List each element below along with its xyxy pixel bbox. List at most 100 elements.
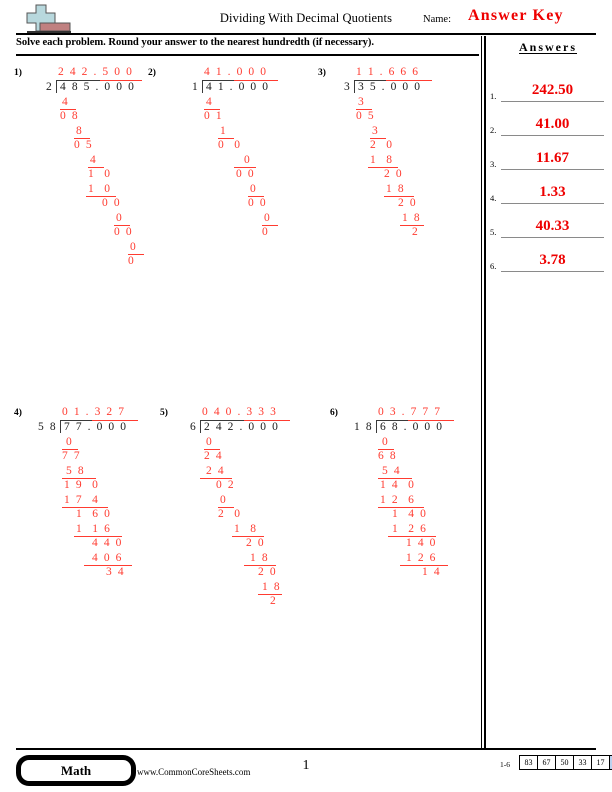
work-step: 0	[128, 255, 136, 267]
work-step: 0	[116, 212, 124, 224]
work-step: 1 8	[234, 523, 258, 535]
work-step: 0 5	[74, 139, 94, 151]
work-step: 4 4 0	[92, 537, 123, 549]
answer-rule	[501, 134, 604, 136]
work-step: 1 4	[422, 566, 442, 578]
problem-number: 4)	[14, 408, 22, 418]
answer-row-5: 5. 40.33	[490, 206, 604, 238]
work-step: 8	[76, 125, 84, 137]
work-step: 4	[62, 96, 70, 108]
quotient: 4 1 . 0 0 0	[204, 66, 268, 78]
score-scale-table: 83 67 50 33 17 0	[519, 755, 612, 770]
work-step: 1 1 6	[76, 523, 112, 535]
division-vertical-bar	[200, 420, 202, 433]
work-step: 3	[372, 125, 380, 137]
work-step: 2 0	[218, 508, 242, 520]
answers-panel-divider	[481, 36, 486, 748]
problem-number: 6)	[330, 408, 338, 418]
divisor: 6	[190, 421, 198, 433]
divisor: 3	[344, 81, 352, 93]
answer-rule	[501, 270, 604, 272]
work-step: 6 8	[378, 450, 398, 462]
work-step: 2 0	[398, 197, 418, 209]
work-step: 1 9 0	[64, 479, 100, 491]
work-step: 2 4	[204, 450, 224, 462]
work-step: 5 4	[382, 465, 402, 477]
work-step: 0 0	[218, 139, 242, 151]
score-cell: 33	[574, 756, 592, 769]
work-step: 1 4 0	[406, 537, 437, 549]
work-step: 1 8	[250, 552, 270, 564]
work-step: 0	[66, 436, 74, 448]
work-step: 0 2	[216, 479, 236, 491]
work-step: 0 0	[248, 197, 268, 209]
answer-row-3: 3. 11.67	[490, 138, 604, 170]
work-step: 1 0	[88, 183, 112, 195]
division-vertical-bar	[60, 420, 62, 433]
work-step: 0	[220, 494, 228, 506]
answer-number: 1.	[490, 91, 497, 101]
quotient: 0 3 . 7 7 7	[378, 406, 442, 418]
work-step: 2 0	[384, 168, 404, 180]
dividend: 4 1 . 0 0 0	[206, 81, 270, 93]
score-cell: 83	[520, 756, 538, 769]
work-step: 7 7	[62, 450, 82, 462]
score-cell: 67	[538, 756, 556, 769]
work-step: 2 4	[206, 465, 226, 477]
directions-text: Solve each problem. Round your answer to…	[16, 37, 374, 48]
work-step: 5 8	[66, 465, 86, 477]
dividend: 4 8 5 . 0 0 0	[60, 81, 136, 93]
quotient: 1 1 . 6 6 6	[356, 66, 420, 78]
directions-divider	[16, 54, 479, 56]
work-step: 2 0	[370, 139, 394, 151]
work-step: 1 2 6	[380, 494, 416, 506]
problem-number: 5)	[160, 408, 168, 418]
dividend: 3 5 . 0 0 0	[358, 81, 422, 93]
work-step: 2 0	[246, 537, 266, 549]
work-step: 0	[264, 212, 272, 224]
work-step: 0 8	[60, 110, 80, 122]
work-step: 0 0	[114, 226, 134, 238]
problem-number: 2)	[148, 68, 156, 78]
work-step: 4	[206, 96, 214, 108]
score-cell: 17	[592, 756, 610, 769]
divisor: 1	[192, 81, 200, 93]
answer-value: 40.33	[535, 218, 570, 234]
work-step: 1 7 4	[64, 494, 100, 506]
work-step: 0	[130, 241, 138, 253]
answer-number: 6.	[490, 261, 497, 271]
division-vertical-bar	[56, 80, 58, 93]
work-step: 1 2 6	[392, 523, 428, 535]
work-step: 0	[250, 183, 258, 195]
divisor: 1 8	[354, 421, 374, 433]
work-step: 0	[262, 226, 270, 238]
work-step: 1 4 0	[392, 508, 428, 520]
work-step: 0 0	[102, 197, 122, 209]
quotient: 2 4 2 . 5 0 0	[58, 66, 134, 78]
answer-row-1: 1. 242.50	[490, 70, 604, 102]
dividend: 7 7 . 0 0 0	[64, 421, 128, 433]
dividend: 2 4 2 . 0 0 0	[204, 421, 280, 433]
answer-value: 11.67	[536, 150, 569, 166]
dividend: 6 8 . 0 0 0	[380, 421, 444, 433]
work-step: 3 4	[106, 566, 126, 578]
answer-row-2: 2. 41.00	[490, 104, 604, 136]
answer-rule	[501, 168, 604, 170]
answer-row-6: 6. 3.78	[490, 240, 604, 272]
work-step: 0 1	[204, 110, 224, 122]
answer-rule	[501, 236, 604, 238]
answer-rule	[501, 202, 604, 204]
worksheet-page: Dividing With Decimal Quotients Name: An…	[0, 0, 612, 792]
quotient: 0 4 0 . 3 3 3	[202, 406, 278, 418]
answer-value: 3.78	[539, 252, 566, 268]
work-step: 1 2 6	[406, 552, 437, 564]
work-step: 4 0 6	[92, 552, 123, 564]
work-step: 1 0	[88, 168, 112, 180]
divisor: 2	[46, 81, 54, 93]
work-step: 2	[270, 595, 278, 607]
division-vertical-bar	[376, 420, 378, 433]
work-step: 1 8	[386, 183, 406, 195]
answer-number: 2.	[490, 125, 497, 135]
problem-number: 1)	[14, 68, 22, 78]
answer-number: 4.	[490, 193, 497, 203]
